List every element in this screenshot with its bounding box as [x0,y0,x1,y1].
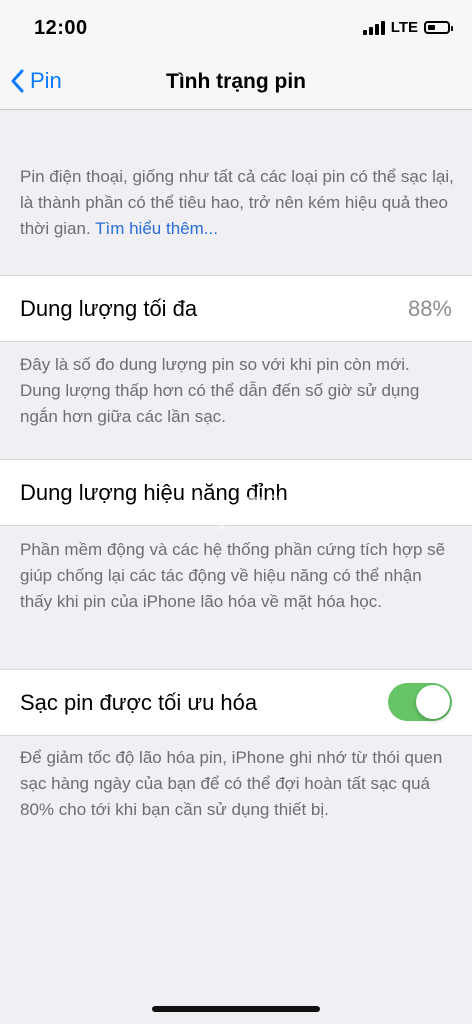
intro-description: Pin điện thoại, giống như tất cả các loạ… [20,164,454,242]
status-time: 12:00 [34,17,88,39]
optimized-charging-toggle[interactable] [388,683,452,721]
signal-icon [362,20,385,35]
page-title: Tình trạng pin [166,70,306,93]
status-bar: 12:00 LTE [0,0,472,58]
toggle-knob [416,685,450,719]
peak-performance-description: Phần mềm động và các hệ thống phần cứng … [20,540,446,611]
intro-text: Pin điện thoại, giống như tất cả các loạ… [20,167,454,238]
optimized-charging-description: Để giảm tốc độ lão hóa pin, iPhone ghi n… [20,748,443,819]
watermark-logo: chợTốt [170,490,294,532]
max-capacity-label: Dung lượng tối đa [20,296,198,321]
navigation-bar: Pin Tình trạng pin [0,58,472,110]
max-capacity-row: Dung lượng tối đa 88% [0,275,472,342]
optimized-charging-label: Sạc pin được tối ưu hóa [20,690,258,715]
learn-more-link[interactable]: Tìm hiểu thêm... [95,219,218,238]
network-label: LTE [390,19,418,36]
status-indicators: LTE [362,19,453,36]
max-capacity-description: Đây là số đo dung lượng pin so với khi p… [20,355,420,426]
max-capacity-value: 88% [407,296,452,321]
battery-icon [424,21,453,34]
optimized-charging-row: Sạc pin được tối ưu hóa [0,669,472,736]
home-indicator[interactable] [152,1006,320,1012]
